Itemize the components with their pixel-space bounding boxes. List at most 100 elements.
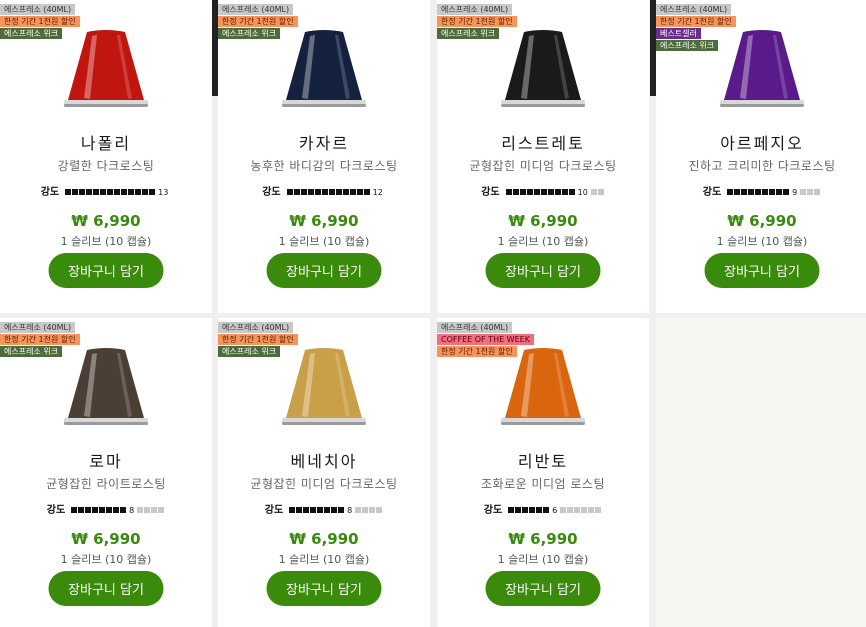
intensity-remaining-bars <box>560 507 602 513</box>
intensity-bars <box>71 507 127 513</box>
intensity-value: 9 <box>792 187 798 197</box>
intensity-bar-filled <box>85 507 92 513</box>
intensity-bar-filled <box>522 507 529 513</box>
intensity-bar-filled <box>755 189 762 195</box>
product-name[interactable]: 리반토 <box>437 448 649 472</box>
product-description: 강렬한 다크로스팅 <box>57 159 155 173</box>
product-description: 진하고 크리미한 다크로스팅 <box>688 159 836 173</box>
product-name[interactable]: 로마 <box>0 448 212 472</box>
intensity-meter: 강도 6 <box>437 501 649 516</box>
intensity-bar-empty <box>595 507 602 513</box>
intensity-remaining-bars <box>800 189 821 195</box>
add-to-cart-button[interactable]: 장바구니 담기 <box>485 571 601 606</box>
intensity-bar-filled <box>71 507 78 513</box>
product-badge: 에스프레소 (40ML) <box>437 4 513 15</box>
product-card[interactable]: 에스프레소 (40ML) 한정 기간 1천원 할인 에스프레소 위크 나폴리 강렬한… <box>0 0 212 313</box>
pack-size: 1 슬리브 (10 캡슐) <box>60 553 152 566</box>
intensity-remaining-bars <box>355 507 383 513</box>
product-badge: 에스프레소 위크 <box>218 346 281 357</box>
intensity-label: 강도 <box>40 187 60 198</box>
intensity-bar-filled <box>120 507 127 513</box>
intensity-bar-empty <box>376 507 383 513</box>
product-card[interactable]: 에스프레소 (40ML) 한정 기간 1천원 할인 에스프레소 위크 카자르 농후한… <box>218 0 430 313</box>
intensity-value: 8 <box>347 505 353 515</box>
pack-size: 1 슬리브 (10 캡슐) <box>716 235 808 248</box>
product-description: 조화로운 미디엄 로스팅 <box>480 477 606 491</box>
intensity-bar-filled <box>321 189 328 195</box>
intensity-bar-filled <box>328 189 335 195</box>
intensity-meter: 강도 8 <box>0 501 212 516</box>
intensity-bar-filled <box>92 507 99 513</box>
product-card[interactable]: 에스프레소 (40ML) 한정 기간 1천원 할인 베스트셀러 에스프레소 위크 아르… <box>656 0 866 313</box>
product-card[interactable]: 에스프레소 (40ML) 한정 기간 1천원 할인 에스프레소 위크 로마 균형잡힌… <box>0 318 212 627</box>
add-to-cart-button[interactable]: 장바구니 담기 <box>48 253 164 288</box>
pack-size: 1 슬리브 (10 캡슐) <box>60 235 152 248</box>
badge-list: 에스프레소 (40ML) 한정 기간 1천원 할인 에스프레소 위크 <box>437 4 517 40</box>
intensity-bar-empty <box>814 189 821 195</box>
intensity-bar-empty <box>144 507 151 513</box>
intensity-bar-filled <box>106 507 113 513</box>
badge-list: 에스프레소 (40ML) 한정 기간 1천원 할인 에스프레소 위크 <box>218 322 298 358</box>
intensity-bar-empty <box>597 189 604 195</box>
product-card[interactable]: 에스프레소 (40ML) 한정 기간 1천원 할인 에스프레소 위크 리스트레토 균… <box>437 0 649 313</box>
add-to-cart-button[interactable]: 장바구니 담기 <box>266 571 382 606</box>
intensity-bar-filled <box>554 189 561 195</box>
product-name[interactable]: 아르페지오 <box>656 130 866 154</box>
intensity-bars <box>508 507 550 513</box>
intensity-bar-filled <box>310 507 317 513</box>
add-to-cart-button[interactable]: 장바구니 담기 <box>704 253 820 288</box>
product-name[interactable]: 베네치아 <box>218 448 430 472</box>
add-to-cart-button[interactable]: 장바구니 담기 <box>48 571 164 606</box>
intensity-bar-filled <box>289 507 296 513</box>
pack-size: 1 슬리브 (10 캡슐) <box>497 553 589 566</box>
intensity-meter: 강도 9 <box>656 183 866 198</box>
intensity-bar-filled <box>78 507 85 513</box>
intensity-bar-empty <box>137 507 144 513</box>
intensity-bar-empty <box>807 189 814 195</box>
intensity-remaining-bars <box>137 507 165 513</box>
intensity-bar-filled <box>741 189 748 195</box>
intensity-bar-empty <box>158 507 165 513</box>
intensity-label: 강도 <box>481 187 500 198</box>
intensity-bar-filled <box>113 507 120 513</box>
intensity-bar-filled <box>543 507 550 513</box>
intensity-bar-filled <box>515 507 522 513</box>
intensity-bars <box>286 189 371 195</box>
product-name[interactable]: 나폴리 <box>0 130 212 154</box>
intensity-bar-empty <box>369 507 376 513</box>
product-badge: 에스프레소 (40ML) <box>0 4 76 15</box>
product-badge: 에스프레소 위크 <box>0 28 63 39</box>
product-card[interactable]: 에스프레소 (40ML) COFFEE OF THE WEEK 한정 기간 1천원 … <box>437 318 649 627</box>
intensity-meter: 강도 12 <box>218 183 430 198</box>
product-name[interactable]: 카자르 <box>218 130 430 154</box>
product-card[interactable]: 에스프레소 (40ML) 한정 기간 1천원 할인 에스프레소 위크 베네치아 균형… <box>218 318 430 627</box>
intensity-bar-filled <box>505 189 512 195</box>
product-name[interactable]: 리스트레토 <box>437 130 649 154</box>
intensity-bar-filled <box>536 507 543 513</box>
intensity-bar-filled <box>342 189 349 195</box>
badge-list: 에스프레소 (40ML) COFFEE OF THE WEEK 한정 기간 1천원 … <box>437 322 534 358</box>
intensity-bar-filled <box>561 189 568 195</box>
product-price: ₩ 6,990 <box>71 530 141 548</box>
product-badge: 에스프레소 (40ML) <box>218 4 294 15</box>
product-price: ₩ 6,990 <box>289 212 359 230</box>
intensity-bar-filled <box>547 189 554 195</box>
intensity-bar-filled <box>769 189 776 195</box>
product-badge: COFFEE OF THE WEEK <box>437 334 534 345</box>
intensity-bar-filled <box>317 507 324 513</box>
product-badge: 에스프레소 (40ML) <box>656 4 732 15</box>
add-to-cart-button[interactable]: 장바구니 담기 <box>485 253 601 288</box>
product-badge: 한정 기간 1천원 할인 <box>437 346 517 357</box>
product-description: 균형잡힌 라이트로스팅 <box>46 477 166 491</box>
intensity-bar-filled <box>72 189 79 195</box>
add-to-cart-button[interactable]: 장바구니 담기 <box>266 253 382 288</box>
intensity-bar-filled <box>734 189 741 195</box>
intensity-bar-filled <box>356 189 363 195</box>
intensity-bar-filled <box>142 189 149 195</box>
product-price: ₩ 6,990 <box>508 530 578 548</box>
intensity-bar-empty <box>800 189 807 195</box>
intensity-value: 13 <box>158 187 169 197</box>
intensity-bar-empty <box>355 507 362 513</box>
intensity-bar-filled <box>529 507 536 513</box>
intensity-bar-filled <box>540 189 547 195</box>
